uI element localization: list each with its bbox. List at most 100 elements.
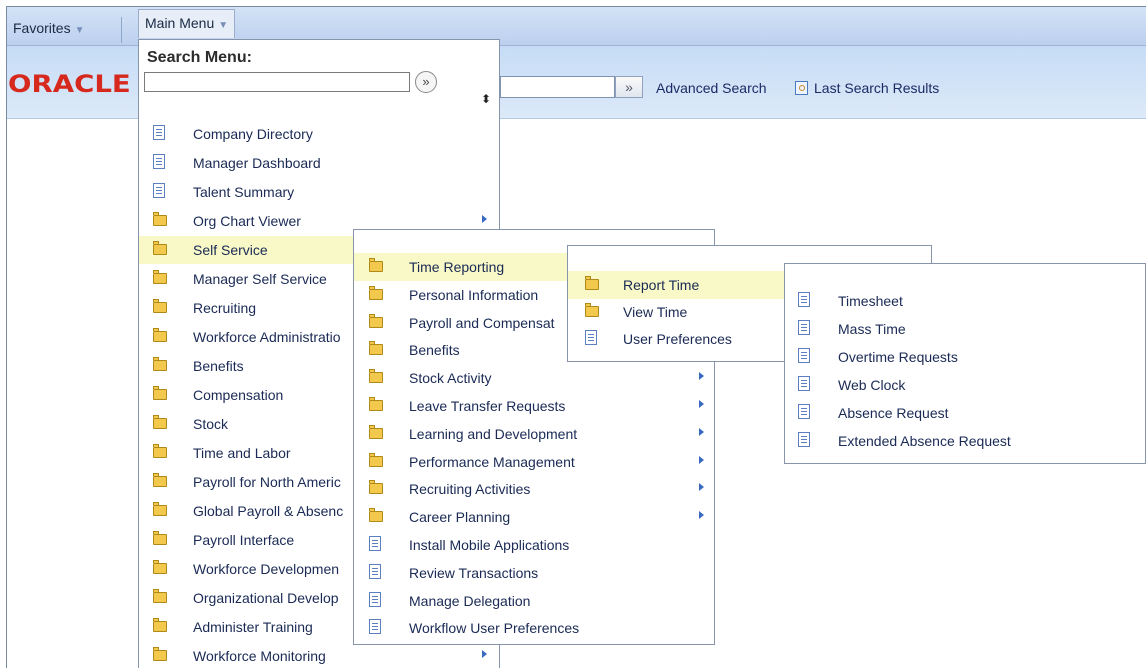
advanced-search-link[interactable]: Advanced Search	[656, 80, 767, 96]
chevron-right-icon	[699, 455, 704, 464]
report-time-submenu: Timesheet Mass Time Overtime Requests Web C…	[784, 263, 1146, 464]
document-icon	[369, 563, 381, 579]
chevron-right-icon	[699, 372, 704, 381]
menu-item-label: Overtime Requests	[838, 349, 958, 365]
menu-item-mass-time[interactable]: Mass Time	[785, 315, 1145, 343]
menu-item-overtime-requests[interactable]: Overtime Requests	[785, 343, 1145, 371]
global-search-input[interactable]	[500, 76, 615, 98]
folder-icon	[369, 508, 383, 523]
document-icon	[369, 536, 381, 551]
chevron-right-icon	[482, 650, 487, 658]
document-icon	[798, 404, 810, 419]
chevron-right-icon	[699, 511, 704, 520]
chevron-down-icon: ▼	[74, 25, 85, 36]
menu-item-label: Recruiting	[193, 300, 257, 316]
menu-item-recruiting-activities[interactable]: Recruiting Activities	[354, 475, 714, 503]
menu-item-label: Administer Training	[193, 619, 313, 635]
menu-item-label: Workforce Developmen	[193, 561, 340, 577]
menu-item-talent-summary[interactable]: Talent Summary	[139, 178, 499, 206]
menu-item-label: View Time	[623, 304, 688, 320]
folder-icon	[153, 212, 167, 226]
search-menu-input[interactable]	[144, 72, 410, 92]
folder-icon	[369, 313, 383, 328]
menu-item-label: Review Transactions	[409, 564, 539, 581]
menu-item-label: Org Chart Viewer	[193, 213, 301, 229]
document-icon	[585, 330, 597, 345]
menu-item-leave-transfer-requests[interactable]: Leave Transfer Requests	[354, 392, 714, 420]
menu-item-workflow-user-preferences[interactable]: Workflow User Preferences	[354, 614, 714, 642]
folder-icon	[369, 397, 383, 411]
toolbar-divider	[121, 17, 122, 43]
folder-icon	[153, 328, 167, 342]
menu-item-review-transactions[interactable]: Review Transactions	[354, 559, 714, 587]
menu-item-company-directory[interactable]: Company Directory	[139, 120, 499, 148]
document-icon	[153, 125, 165, 140]
menu-item-label: Web Clock	[838, 377, 906, 393]
menu-item-label: Extended Absence Request	[838, 433, 1011, 449]
menu-item-manage-delegation[interactable]: Manage Delegation	[354, 587, 714, 615]
menu-item-label: Personal Information	[409, 286, 539, 303]
folder-icon	[153, 560, 167, 574]
menu-item-stock-activity[interactable]: Stock Activity	[354, 364, 714, 392]
menu-item-label: Self Service	[193, 242, 268, 258]
folder-icon	[369, 480, 383, 495]
document-icon	[153, 183, 165, 198]
menu-item-label: Workforce Monitoring	[193, 648, 326, 664]
menu-item-label: Performance Management	[409, 453, 575, 470]
menu-item-timesheet[interactable]: Timesheet	[785, 287, 1145, 315]
menu-item-label: Workflow User Preferences	[409, 620, 580, 637]
folder-icon	[153, 299, 167, 313]
menu-item-absence-request[interactable]: Absence Request	[785, 399, 1145, 427]
document-icon	[369, 619, 381, 635]
folder-icon	[153, 357, 167, 371]
menu-item-label: Time and Labor	[193, 445, 291, 461]
menu-item-label: Payroll for North Americ	[193, 474, 341, 490]
menu-item-label: Stock Activity	[409, 370, 492, 387]
menu-item-label: Workforce Administratio	[193, 329, 341, 345]
sort-icon[interactable]: ⬍	[481, 92, 491, 106]
menu-item-label: Company Directory	[193, 126, 313, 142]
folder-icon	[153, 618, 167, 632]
menu-item-label: Absence Request	[838, 405, 949, 421]
folder-icon	[153, 444, 167, 458]
oracle-logo: ORACLE	[8, 70, 131, 98]
menu-item-label: Learning and Development	[409, 425, 578, 442]
document-icon	[798, 320, 810, 335]
folder-icon	[369, 369, 383, 384]
document-icon	[153, 154, 165, 169]
main-menu-button[interactable]: Main Menu ▼	[138, 9, 236, 38]
document-icon	[798, 292, 810, 307]
folder-icon	[153, 473, 167, 487]
menu-item-label: Benefits	[409, 342, 460, 359]
search-go-button[interactable]: »	[615, 76, 643, 98]
menu-item-learning-and-development[interactable]: Learning and Development	[354, 420, 714, 448]
menu-item-extended-absence-request[interactable]: Extended Absence Request	[785, 427, 1145, 455]
menu-item-install-mobile-applications[interactable]: Install Mobile Applications	[354, 531, 714, 559]
folder-icon	[153, 241, 167, 255]
search-menu-go-button[interactable]: »	[415, 71, 437, 93]
menu-item-workforce-monitoring[interactable]: Workforce Monitoring	[139, 642, 499, 668]
folder-icon	[585, 276, 599, 290]
folder-icon	[153, 502, 167, 516]
menu-item-manager-dashboard[interactable]: Manager Dashboard	[139, 149, 499, 177]
folder-icon	[153, 386, 167, 400]
menu-item-label: Manager Dashboard	[193, 155, 321, 171]
document-icon	[798, 348, 810, 363]
menu-item-label: Leave Transfer Requests	[409, 398, 566, 414]
folder-icon	[153, 531, 167, 545]
menu-item-label: Report Time	[623, 277, 700, 293]
menu-item-web-clock[interactable]: Web Clock	[785, 371, 1145, 399]
folder-icon	[153, 589, 167, 603]
menu-item-label: Compensation	[193, 387, 284, 403]
menu-item-performance-management[interactable]: Performance Management	[354, 448, 714, 476]
menu-item-label: Talent Summary	[193, 184, 295, 200]
chevron-down-icon: ▼	[218, 20, 229, 31]
menu-item-label: Global Payroll & Absenc	[193, 503, 344, 519]
menu-item-label: Benefits	[193, 358, 244, 374]
favorites-menu[interactable]: Favorites ▼	[7, 15, 90, 41]
chevron-right-icon	[482, 215, 487, 223]
menu-item-label: Payroll and Compensat	[409, 314, 555, 331]
last-search-results-link[interactable]: Last Search Results	[795, 80, 939, 96]
menu-item-career-planning[interactable]: Career Planning	[354, 503, 714, 531]
search-results-icon	[795, 81, 808, 95]
